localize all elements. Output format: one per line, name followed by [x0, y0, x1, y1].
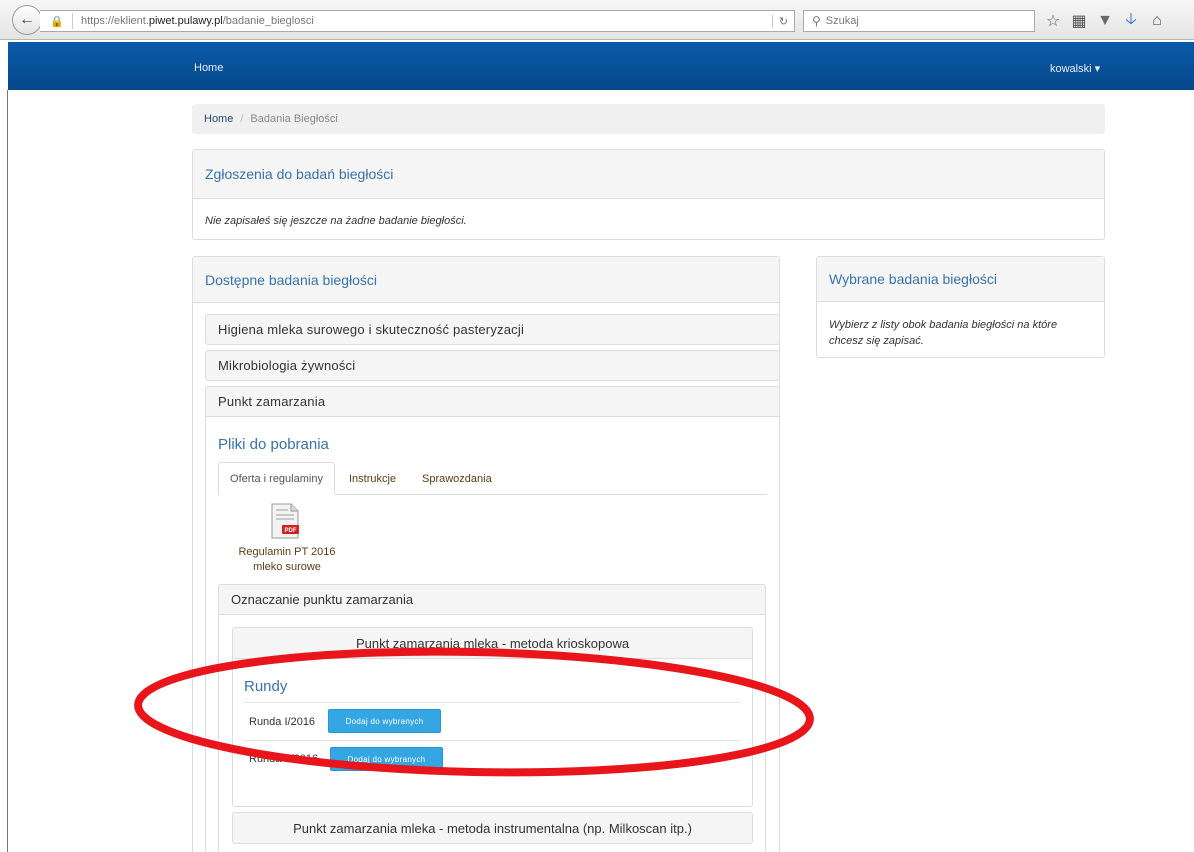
search-placeholder: Szukaj [825, 15, 859, 27]
file-label-line2: mleko surowe [253, 561, 321, 573]
user-menu[interactable]: kowalski ▾ [1050, 62, 1100, 75]
padlock-icon: 🔒 [50, 15, 64, 28]
files-tabs: Oferta i regulaminy Instrukcje Sprawozda… [218, 462, 767, 495]
round-label: Runda II/2016 [249, 753, 319, 765]
browser-search-input[interactable]: ⚲ Szukaj [803, 10, 1035, 32]
rounds-divider [244, 702, 741, 703]
selected-tests-title: Wybrane badania biegłości [817, 257, 1104, 302]
breadcrumb-current: Badania Biegłości [250, 113, 338, 125]
browser-tool-icons: ☆ ▦ ▼ 🡣 ⌂ [1040, 9, 1170, 33]
url-divider [72, 13, 73, 29]
accordion-item-freezing-point[interactable]: Punkt zamarzania [205, 386, 780, 417]
selected-tests-message: Wybierz z listy obok badania biegłości n… [829, 319, 1058, 347]
method-cryoscopic-body [232, 659, 753, 807]
file-label-line1: Regulamin PT 2016 [238, 546, 336, 558]
url-bar[interactable]: 🔒 https://eklient.piwet.pulawy.pl/badani… [40, 10, 795, 32]
pdf-badge: PDF [285, 528, 297, 534]
round-divider [244, 740, 741, 741]
add-to-selected-button[interactable]: Dodaj do wybranych [328, 709, 441, 733]
registrations-message: Nie zapisałeś się jeszcze na żadne badan… [205, 215, 467, 227]
reload-icon[interactable]: ↻ [772, 14, 794, 28]
breadcrumb-home[interactable]: Home [204, 113, 233, 125]
nav-home-link[interactable]: Home [194, 62, 223, 74]
file-link-regulamin[interactable]: Regulamin PT 2016 mleko surowe [232, 545, 342, 575]
method-instrumental[interactable]: Punkt zamarzania mleka - metoda instrume… [232, 812, 753, 844]
registrations-panel: Zgłoszenia do badań biegłości Nie zapisa… [192, 149, 1105, 240]
browser-toolbar: ← 🔒 https://eklient.piwet.pulawy.pl/bada… [0, 0, 1194, 40]
tab-instructions[interactable]: Instrukcje [349, 462, 396, 495]
tab-offers[interactable]: Oferta i regulaminy [218, 462, 335, 495]
selected-tests-panel: Wybrane badania biegłości Wybierz z list… [816, 256, 1105, 358]
breadcrumb: Home / Badania Biegłości [192, 104, 1105, 134]
reading-list-icon[interactable]: ▦ [1066, 11, 1092, 31]
app-navbar: Home kowalski ▾ [8, 42, 1194, 90]
search-icon: ⚲ [812, 14, 821, 28]
accordion-item-milk-hygiene[interactable]: Higiena mleka surowego i skuteczność pas… [205, 314, 780, 345]
breadcrumb-separator: / [240, 113, 244, 125]
viewport-edge [7, 90, 8, 852]
round-label: Runda I/2016 [249, 716, 316, 728]
registrations-title: Zgłoszenia do badań biegłości [193, 150, 1104, 199]
pocket-icon[interactable]: ▼ [1092, 12, 1118, 30]
pdf-file-icon[interactable]: PDF [270, 503, 300, 539]
method-cryoscopic[interactable]: Punkt zamarzania mleka - metoda krioskop… [232, 627, 753, 659]
subsection-freezing-point-determination[interactable]: Oznaczanie punktu zamarzania [218, 584, 766, 615]
accordion-item-food-microbiology[interactable]: Mikrobiologia żywności [205, 350, 780, 381]
available-tests-title: Dostępne badania biegłości [193, 257, 779, 303]
bookmark-star-icon[interactable]: ☆ [1040, 11, 1066, 31]
files-title: Pliki do pobrania [218, 436, 329, 453]
add-to-selected-button[interactable]: Dodaj do wybranych [330, 747, 443, 771]
back-arrow-icon[interactable]: ← [12, 5, 42, 35]
download-icon[interactable]: 🡣 [1118, 8, 1144, 35]
url-text[interactable]: https://eklient.piwet.pulawy.pl/badanie_… [81, 15, 772, 27]
rounds-title: Rundy [244, 678, 288, 695]
tab-reports[interactable]: Sprawozdania [422, 462, 492, 495]
home-icon[interactable]: ⌂ [1144, 12, 1170, 30]
